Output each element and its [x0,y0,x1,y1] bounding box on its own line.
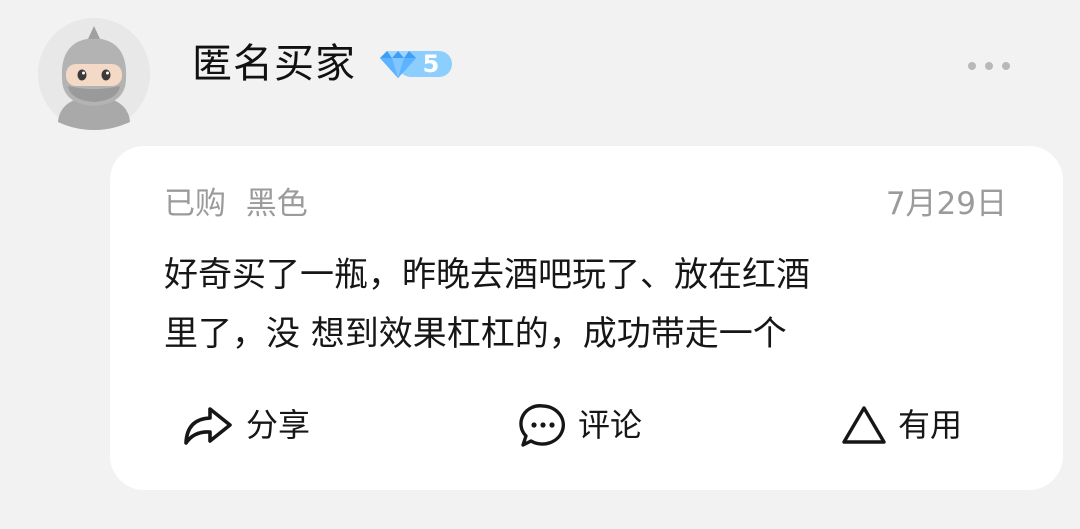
share-arrow-icon [184,407,232,445]
ninja-avatar-icon [38,18,150,130]
review-date: 7月29日 [885,186,1007,222]
useful-button[interactable]: 有用 [840,402,962,448]
more-button[interactable] [962,48,1016,84]
username[interactable]: 匿名买家 [192,38,356,90]
comment-button[interactable]: 评论 [518,402,642,448]
review-text: 好奇买了一瓶，昨晚去酒吧玩了、放在红酒 里了，没 想到效果杠杠的，成功带走一个 [164,246,1014,364]
more-dots-icon [968,62,1010,70]
review-text-line: 好奇买了一瓶，昨晚去酒吧玩了、放在红酒 [164,255,810,295]
comment-bubble-icon [519,404,565,447]
triangle-icon [842,406,886,444]
level-badge: 5 [376,47,454,81]
purchase-info: 已购 黑色 [164,186,308,222]
share-label: 分享 [246,406,311,444]
share-button[interactable]: 分享 [180,402,310,448]
review-card: 已购 黑色 7月29日 好奇买了一瓶，昨晚去酒吧玩了、放在红酒 里了，没 想到效果… [110,146,1063,490]
useful-label: 有用 [898,406,963,444]
review-text-line: 里了，没 想到效果杠杠的，成功带走一个 [164,314,787,354]
level-number: 5 [422,50,440,78]
comment-label: 评论 [578,406,643,444]
avatar[interactable] [38,18,150,130]
